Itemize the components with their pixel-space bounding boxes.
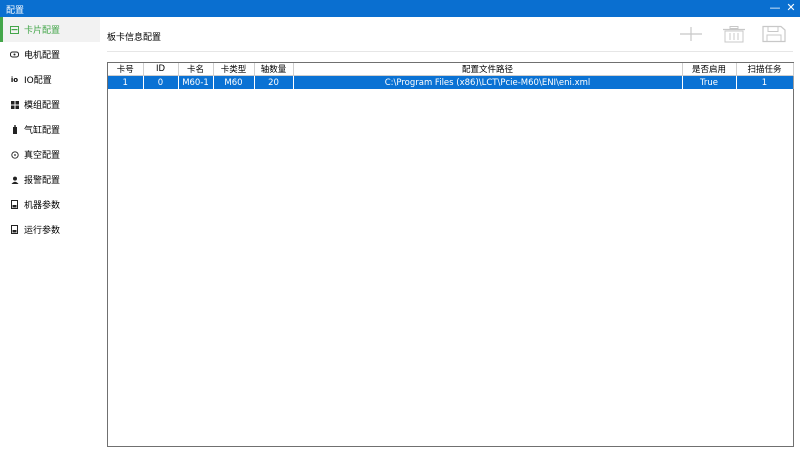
- column-header-id[interactable]: ID: [143, 63, 179, 76]
- module-grid-icon: [10, 100, 19, 109]
- column-header-card-name[interactable]: 卡名: [178, 63, 214, 76]
- sidebar-item-machine-params[interactable]: 机器参数: [0, 192, 100, 217]
- title-divider: [107, 51, 793, 52]
- sidebar-item-module-config[interactable]: 模组配置: [0, 92, 100, 117]
- card-config-table: 卡号 ID 卡名 卡类型 轴数量 配置文件路径 是否启用 扫描任务 1 0 M6…: [107, 62, 794, 447]
- close-button[interactable]: ✕: [784, 1, 798, 15]
- sidebar-item-cylinder-config[interactable]: 气缸配置: [0, 117, 100, 142]
- column-header-axis-count[interactable]: 轴数量: [254, 63, 294, 76]
- card-icon: [10, 25, 19, 34]
- cylinder-icon: [10, 125, 19, 134]
- cell-card-type[interactable]: M60: [213, 75, 255, 89]
- cell-enabled[interactable]: True: [682, 75, 737, 89]
- sidebar-item-card-config[interactable]: 卡片配置: [0, 17, 100, 42]
- sidebar-item-label: 电机配置: [24, 51, 61, 61]
- window-title: 配置: [6, 6, 25, 16]
- column-header-card-type[interactable]: 卡类型: [213, 63, 255, 76]
- sidebar-item-label: 运行参数: [24, 226, 61, 236]
- plus-icon[interactable]: [677, 23, 705, 45]
- sidebar-item-motor-config[interactable]: 电机配置: [0, 42, 100, 67]
- column-header-scan-task[interactable]: 扫描任务: [736, 63, 794, 76]
- cell-axis-count[interactable]: 20: [254, 75, 294, 89]
- sidebar-item-io-config[interactable]: io IO配置: [0, 67, 100, 92]
- title-bar: 配置 — ✕: [0, 0, 800, 17]
- sidebar-item-label: 模组配置: [24, 101, 61, 111]
- sidebar-item-vacuum-config[interactable]: 真空配置: [0, 142, 100, 167]
- sidebar-item-run-params[interactable]: 运行参数: [0, 217, 100, 242]
- document-icon: [10, 225, 19, 234]
- sidebar-item-label: 真空配置: [24, 151, 61, 161]
- io-icon: io: [10, 75, 19, 84]
- main-panel: 板卡信息配置 卡号 ID 卡名 卡类型 轴数量 配置文件路径 是否启用 扫描任务…: [100, 17, 800, 450]
- sidebar-item-label: 气缸配置: [24, 126, 61, 136]
- cell-card-name[interactable]: M60-1: [178, 75, 214, 89]
- save-icon[interactable]: [760, 23, 788, 45]
- minimize-button[interactable]: —: [768, 1, 782, 15]
- column-header-enabled[interactable]: 是否启用: [682, 63, 737, 76]
- sidebar: 卡片配置 电机配置 io IO配置 模组配置 气缸配置 真空配置 报警配置 机器…: [0, 17, 100, 450]
- table-row[interactable]: 1 0 M60-1 M60 20 C:\Program Files (x86)\…: [108, 75, 794, 89]
- document-icon: [10, 200, 19, 209]
- sidebar-item-label: 报警配置: [24, 176, 61, 186]
- cell-config-path[interactable]: C:\Program Files (x86)\LCT\Pcie-M60\ENI\…: [293, 75, 683, 89]
- cell-card-no[interactable]: 1: [108, 75, 144, 89]
- sidebar-item-label: 卡片配置: [24, 26, 61, 36]
- delete-icon[interactable]: [720, 23, 748, 45]
- cell-id[interactable]: 0: [143, 75, 179, 89]
- column-header-card-no[interactable]: 卡号: [108, 63, 144, 76]
- alarm-icon: [10, 175, 19, 184]
- sidebar-item-label: 机器参数: [24, 201, 61, 211]
- page-title: 板卡信息配置: [107, 33, 162, 43]
- vacuum-icon: [10, 150, 19, 159]
- column-header-config-path[interactable]: 配置文件路径: [293, 63, 683, 76]
- motor-icon: [10, 50, 19, 59]
- table-header-row: 卡号 ID 卡名 卡类型 轴数量 配置文件路径 是否启用 扫描任务: [108, 63, 794, 76]
- cell-scan-task[interactable]: 1: [736, 75, 794, 89]
- sidebar-item-label: IO配置: [24, 76, 52, 86]
- sidebar-item-alarm-config[interactable]: 报警配置: [0, 167, 100, 192]
